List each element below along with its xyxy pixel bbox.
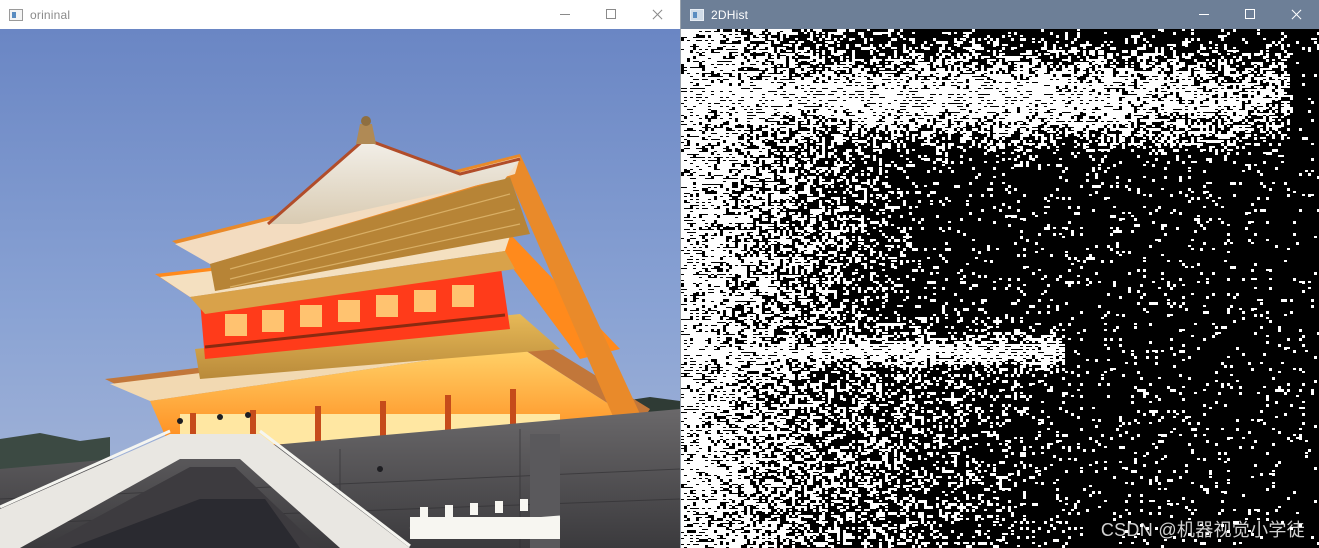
window-2dhist[interactable]: 2DHist CSDN @机器视觉小学徒: [681, 0, 1319, 548]
maximize-icon[interactable]: [1227, 0, 1273, 29]
window-title: orininal: [30, 7, 71, 22]
minimize-icon[interactable]: [1181, 0, 1227, 29]
close-icon[interactable]: [634, 0, 680, 29]
maximize-icon[interactable]: [588, 0, 634, 29]
window-controls: [542, 0, 680, 29]
histogram-viewport: CSDN @机器视觉小学徒: [681, 29, 1319, 548]
histogram-image: [681, 29, 1319, 548]
photo-bell-tower: [0, 29, 680, 548]
titlebar-2dhist[interactable]: 2DHist: [681, 0, 1319, 29]
app-icon: [690, 8, 704, 21]
close-icon[interactable]: [1273, 0, 1319, 29]
window-controls: [1181, 0, 1319, 29]
image-viewport: [0, 29, 680, 548]
window-title: 2DHist: [711, 7, 749, 22]
app-icon: [9, 8, 23, 21]
titlebar-original[interactable]: orininal: [0, 0, 680, 29]
watermark: CSDN @机器视觉小学徒: [1100, 520, 1305, 540]
window-original[interactable]: orininal: [0, 0, 680, 548]
minimize-icon[interactable]: [542, 0, 588, 29]
